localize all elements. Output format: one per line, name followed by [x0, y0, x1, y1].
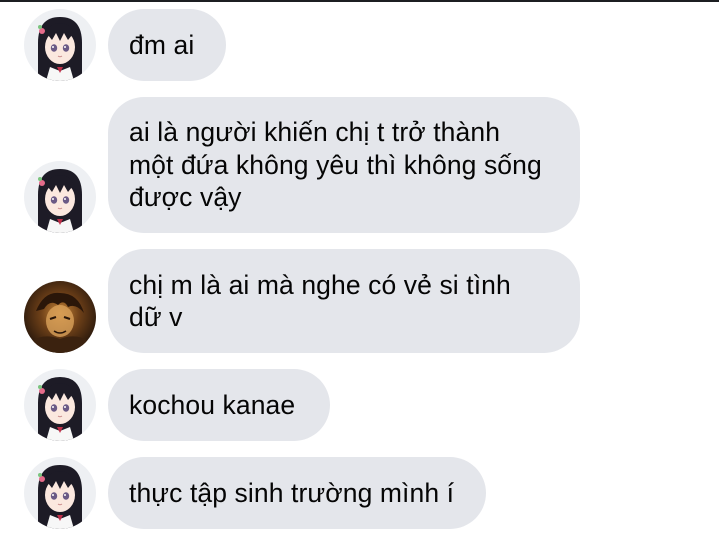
- sender-avatar[interactable]: [24, 161, 96, 233]
- anime-girl-avatar-icon: [24, 369, 96, 441]
- message-text: ai là người khiến chị t trở thành một đứ…: [129, 117, 542, 213]
- message-bubble[interactable]: ai là người khiến chị t trở thành một đứ…: [108, 97, 580, 233]
- sender-avatar[interactable]: [24, 457, 96, 529]
- sender-avatar[interactable]: [24, 281, 96, 353]
- message-bubble[interactable]: chị m là ai mà nghe có vẻ si tình dữ v: [108, 249, 580, 353]
- message-text: kochou kanae: [129, 389, 296, 420]
- anime-girl-avatar-icon: [24, 161, 96, 233]
- sender-avatar[interactable]: [24, 9, 96, 81]
- message-text: đm ai: [129, 29, 195, 60]
- dark-portrait-avatar-icon: [24, 281, 96, 353]
- message-bubble[interactable]: kochou kanae: [108, 369, 330, 441]
- top-divider: [0, 0, 719, 2]
- sender-avatar[interactable]: [24, 369, 96, 441]
- anime-girl-avatar-icon: [24, 9, 96, 81]
- message-text: chị m là ai mà nghe có vẻ si tình dữ v: [129, 269, 511, 333]
- message-bubble[interactable]: đm ai: [108, 9, 226, 81]
- message-bubble[interactable]: thực tập sinh trường mình í: [108, 457, 486, 529]
- message-text: thực tập sinh trường mình í: [129, 477, 455, 508]
- anime-girl-avatar-icon: [24, 457, 96, 529]
